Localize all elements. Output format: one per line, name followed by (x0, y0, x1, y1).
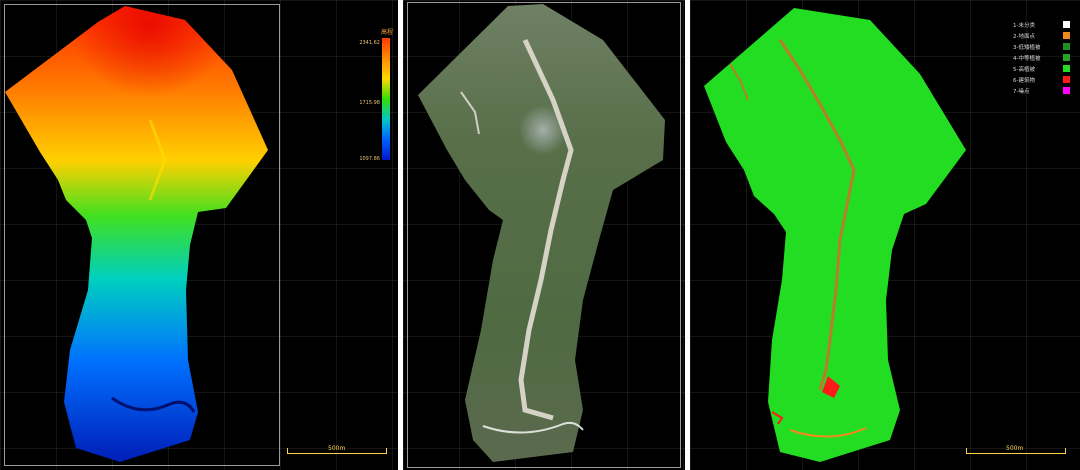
legend-title: 高程 (381, 29, 394, 36)
legend-item: 2-地面点 (1013, 31, 1075, 42)
cloud-haze (495, 100, 591, 200)
classification-legend: 1-未分类 2-地面点 3-低矮植被 4-中等植被 5-高植被 6-建筑物 7-… (1013, 20, 1075, 97)
legend-item-label: 7-噪点 (1013, 89, 1030, 95)
legend-item-label: 5-高植被 (1013, 67, 1035, 73)
elevation-legend: 高程 2341.62 1715.98 1097.86 (348, 18, 396, 162)
legend-swatch (1063, 76, 1070, 83)
classification-view-panel[interactable]: 1-未分类 2-地面点 3-低矮植被 4-中等植被 5-高植被 6-建筑物 7-… (690, 0, 1080, 470)
color-ramp (382, 38, 390, 160)
legend-item-label: 1-未分类 (1013, 23, 1035, 29)
legend-swatch (1063, 32, 1070, 39)
legend-item: 3-低矮植被 (1013, 42, 1075, 53)
elevation-point-cloud (5, 6, 268, 462)
legend-swatch (1063, 87, 1070, 94)
rgb-view-panel[interactable] (403, 0, 685, 470)
high-elevation-zone (5, 6, 268, 245)
max-elevation-label: 2341.62 (359, 40, 380, 46)
legend-swatch (1063, 21, 1070, 28)
legend-swatch (1063, 54, 1070, 61)
elevation-view-panel[interactable]: 高程 2341.62 1715.98 1097.86 500m (0, 0, 398, 470)
legend-item-label: 2-地面点 (1013, 34, 1035, 40)
mid-elevation-label: 1715.98 (359, 100, 380, 106)
legend-item-label: 6-建筑物 (1013, 78, 1035, 84)
legend-item-label: 4-中等植被 (1013, 56, 1041, 62)
legend-item: 4-中等植被 (1013, 53, 1075, 64)
legend-swatch (1063, 43, 1070, 50)
scale-bar-label: 500m (328, 445, 346, 452)
rgb-point-cloud (418, 4, 665, 462)
legend-item: 6-建筑物 (1013, 75, 1075, 86)
legend-swatch (1063, 65, 1070, 72)
legend-item: 5-高植被 (1013, 64, 1075, 75)
legend-item: 7-噪点 (1013, 86, 1075, 97)
min-elevation-label: 1097.86 (359, 156, 380, 162)
legend-item: 1-未分类 (1013, 20, 1075, 31)
legend-item-label: 3-低矮植被 (1013, 45, 1041, 51)
scale-bar-label: 500m (1006, 445, 1024, 452)
